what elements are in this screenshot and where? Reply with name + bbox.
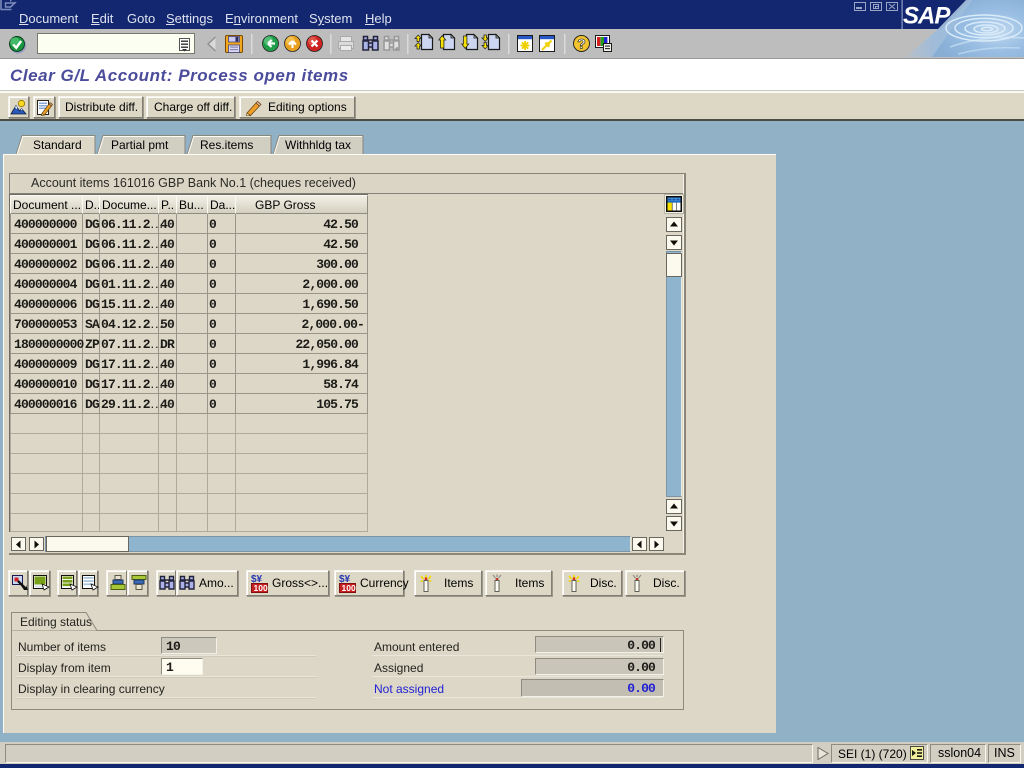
svg-text:Res.items: Res.items	[200, 138, 253, 152]
svg-text:Standard: Standard	[33, 138, 82, 152]
svg-text:100: 100	[254, 583, 268, 593]
svg-text:100: 100	[342, 583, 356, 593]
svg-text:Withhldg tax: Withhldg tax	[285, 138, 351, 152]
svg-text:?: ?	[577, 36, 586, 52]
svg-text:SAP: SAP	[903, 3, 951, 30]
svg-text:Partial pmt: Partial pmt	[111, 138, 169, 152]
